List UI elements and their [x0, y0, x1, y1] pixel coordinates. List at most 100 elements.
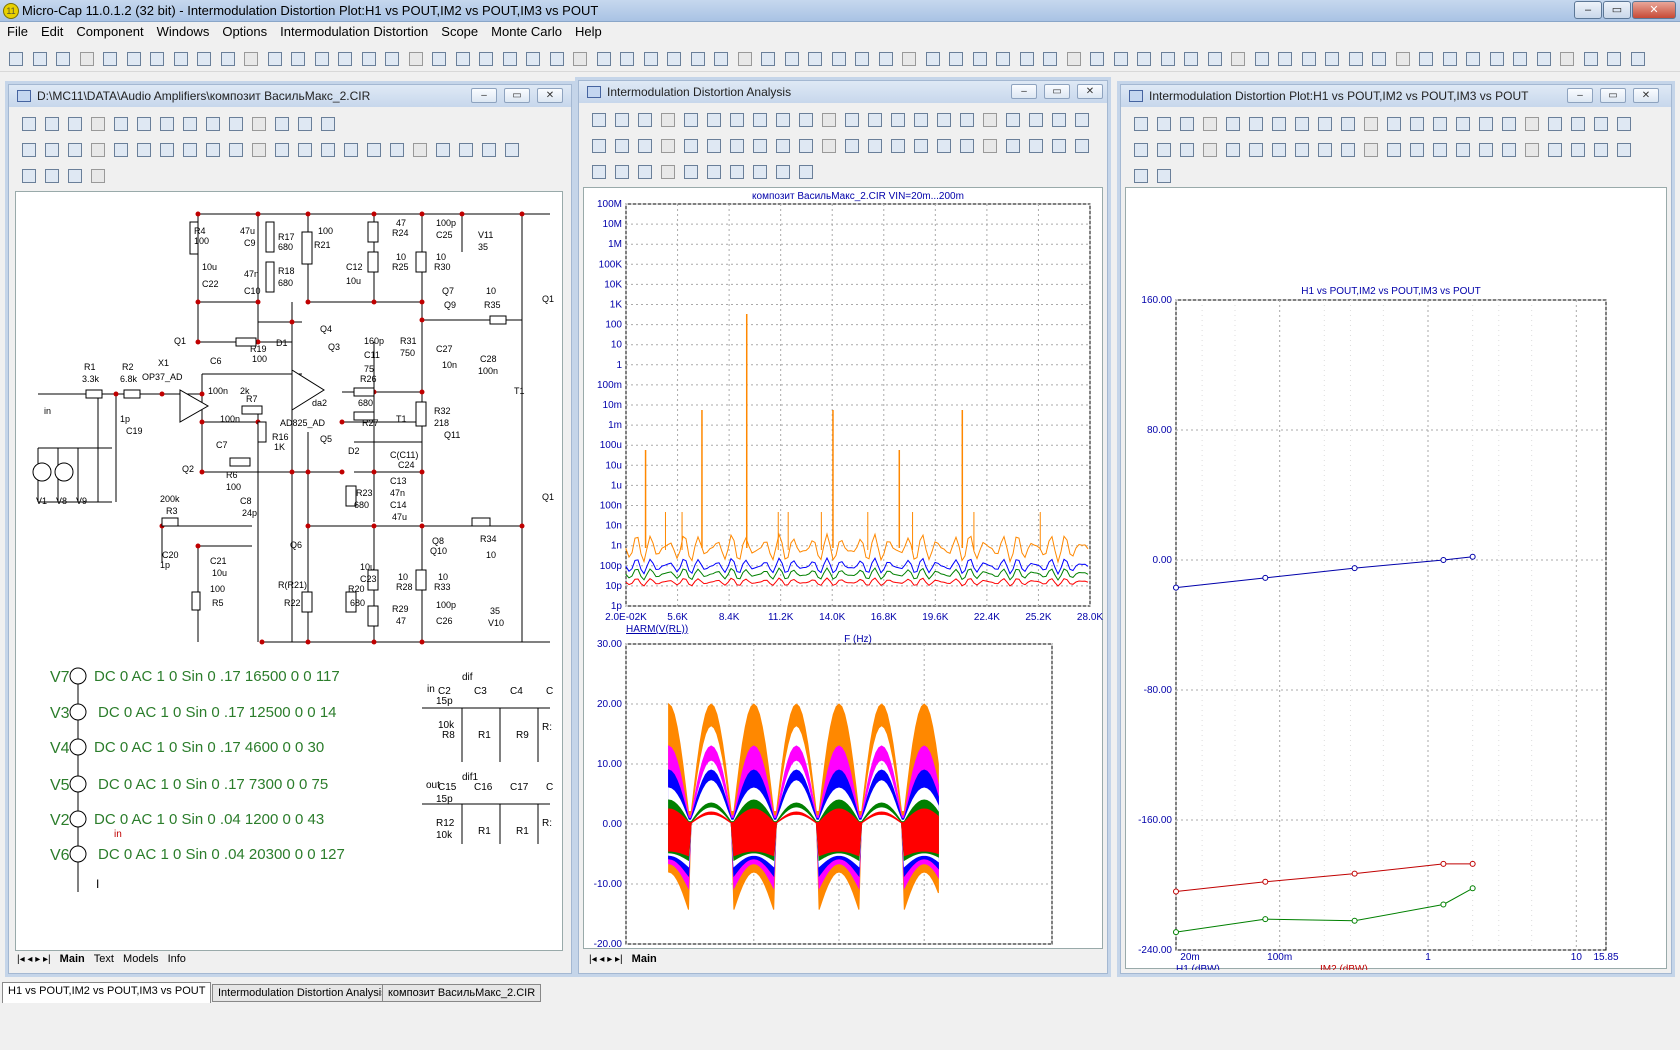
- toolbar-icon[interactable]: [888, 136, 906, 154]
- toolbar-icon[interactable]: [1072, 136, 1090, 154]
- toolbar-icon[interactable]: [429, 49, 447, 67]
- schematic-maximize-button[interactable]: ▭: [504, 88, 530, 103]
- toolbar-icon[interactable]: [65, 166, 83, 184]
- toolbar-icon[interactable]: [1487, 49, 1505, 67]
- toolbar-icon[interactable]: [226, 140, 244, 158]
- tab-info[interactable]: Info: [168, 953, 186, 965]
- toolbar-icon[interactable]: [635, 162, 653, 180]
- tab-analysis-main[interactable]: Main: [632, 953, 657, 965]
- menu-component[interactable]: Component: [69, 22, 149, 39]
- toolbar-icon[interactable]: [1177, 114, 1195, 132]
- analysis-close-button[interactable]: ✕: [1077, 84, 1103, 99]
- menu-edit[interactable]: Edit: [34, 22, 69, 39]
- toolbar-icon[interactable]: [796, 110, 814, 128]
- toolbar-icon[interactable]: [773, 110, 791, 128]
- toolbar-icon[interactable]: [203, 114, 221, 132]
- toolbar-icon[interactable]: [547, 49, 565, 67]
- toolbar-icon[interactable]: [865, 110, 883, 128]
- toolbar-icon[interactable]: [111, 114, 129, 132]
- toolbar-icon[interactable]: [865, 136, 883, 154]
- toolbar-icon[interactable]: [1522, 140, 1540, 158]
- toolbar-icon[interactable]: [318, 114, 336, 132]
- menu-help[interactable]: Help: [568, 22, 608, 39]
- toolbar-icon[interactable]: [735, 49, 753, 67]
- toolbar-icon[interactable]: [1463, 49, 1481, 67]
- toolbar-icon[interactable]: [957, 110, 975, 128]
- toolbar-icon[interactable]: [65, 114, 83, 132]
- imd-minimize-button[interactable]: –: [1567, 88, 1593, 103]
- toolbar-icon[interactable]: [796, 136, 814, 154]
- toolbar-icon[interactable]: [1407, 140, 1425, 158]
- toolbar-icon[interactable]: [53, 49, 71, 67]
- toolbar-icon[interactable]: [704, 110, 722, 128]
- toolbar-icon[interactable]: [911, 136, 929, 154]
- imd-plot-area[interactable]: H1 vs POUT,IM2 vs POUT,IM3 vs POUT 160.00…: [1125, 187, 1667, 999]
- schematic-canvas[interactable]: R4 100 10u C22 47u C9 47n C10 R17 680 R18 680 100 R21…: [15, 191, 563, 951]
- toolbar-icon[interactable]: [1200, 140, 1218, 158]
- toolbar-icon[interactable]: [1476, 114, 1494, 132]
- toolbar-icon[interactable]: [312, 49, 330, 67]
- toolbar-icon[interactable]: [704, 136, 722, 154]
- toolbar-icon[interactable]: [1322, 49, 1340, 67]
- toolbar-icon[interactable]: [1026, 136, 1044, 154]
- toolbar-icon[interactable]: [1181, 49, 1199, 67]
- toolbar-icon[interactable]: [19, 114, 37, 132]
- toolbar-icon[interactable]: [1614, 140, 1632, 158]
- toolbar-icon[interactable]: [218, 49, 236, 67]
- tab-models[interactable]: Models: [123, 953, 158, 965]
- toolbar-icon[interactable]: [1049, 136, 1067, 154]
- toolbar-icon[interactable]: [19, 166, 37, 184]
- toolbar-icon[interactable]: [1111, 49, 1129, 67]
- toolbar-icon[interactable]: [1369, 49, 1387, 67]
- toolbar-icon[interactable]: [1177, 140, 1195, 158]
- toolbar-icon[interactable]: [750, 162, 768, 180]
- toolbar-icon[interactable]: [1604, 49, 1622, 67]
- toolbar-icon[interactable]: [1430, 140, 1448, 158]
- toolbar-icon[interactable]: [1476, 140, 1494, 158]
- toolbar-icon[interactable]: [453, 49, 471, 67]
- toolbar-icon[interactable]: [65, 140, 83, 158]
- toolbar-icon[interactable]: [124, 49, 142, 67]
- toolbar-icon[interactable]: [727, 136, 745, 154]
- toolbar-icon[interactable]: [6, 49, 24, 67]
- toolbar-icon[interactable]: [111, 140, 129, 158]
- analysis-plot-area[interactable]: композит ВасильМакс_2.CIR VIN=20m...200m…: [583, 187, 1103, 983]
- toolbar-icon[interactable]: [589, 110, 607, 128]
- toolbar-icon[interactable]: [681, 162, 699, 180]
- toolbar-icon[interactable]: [876, 49, 894, 67]
- toolbar-icon[interactable]: [819, 110, 837, 128]
- toolbar-icon[interactable]: [1628, 49, 1646, 67]
- toolbar-icon[interactable]: [1568, 114, 1586, 132]
- toolbar-icon[interactable]: [77, 49, 95, 67]
- toolbar-icon[interactable]: [1154, 140, 1172, 158]
- toolbar-icon[interactable]: [658, 136, 676, 154]
- window-tab-schematic[interactable]: композит ВасильМакс_2.CIR: [382, 984, 542, 1002]
- toolbar-icon[interactable]: [980, 110, 998, 128]
- toolbar-icon[interactable]: [750, 136, 768, 154]
- toolbar-icon[interactable]: [1557, 49, 1575, 67]
- toolbar-icon[interactable]: [1510, 49, 1528, 67]
- menu-monte-carlo[interactable]: Monte Carlo: [484, 22, 568, 39]
- toolbar-icon[interactable]: [1453, 114, 1471, 132]
- toolbar-icon[interactable]: [829, 49, 847, 67]
- analysis-maximize-button[interactable]: ▭: [1044, 84, 1070, 99]
- toolbar-icon[interactable]: [1131, 166, 1149, 184]
- toolbar-icon[interactable]: [773, 136, 791, 154]
- toolbar-icon[interactable]: [711, 49, 729, 67]
- toolbar-icon[interactable]: [1430, 114, 1448, 132]
- toolbar-icon[interactable]: [364, 140, 382, 158]
- app-minimize-button[interactable]: –: [1574, 1, 1602, 19]
- imd-maximize-button[interactable]: ▭: [1600, 88, 1626, 103]
- toolbar-icon[interactable]: [1154, 114, 1172, 132]
- toolbar-icon[interactable]: [612, 136, 630, 154]
- toolbar-icon[interactable]: [635, 136, 653, 154]
- analysis-minimize-button[interactable]: –: [1011, 84, 1037, 99]
- toolbar-icon[interactable]: [19, 140, 37, 158]
- toolbar-icon[interactable]: [42, 166, 60, 184]
- toolbar-icon[interactable]: [1315, 114, 1333, 132]
- toolbar-icon[interactable]: [194, 49, 212, 67]
- toolbar-icon[interactable]: [433, 140, 451, 158]
- toolbar-icon[interactable]: [295, 114, 313, 132]
- toolbar-icon[interactable]: [612, 110, 630, 128]
- toolbar-icon[interactable]: [899, 49, 917, 67]
